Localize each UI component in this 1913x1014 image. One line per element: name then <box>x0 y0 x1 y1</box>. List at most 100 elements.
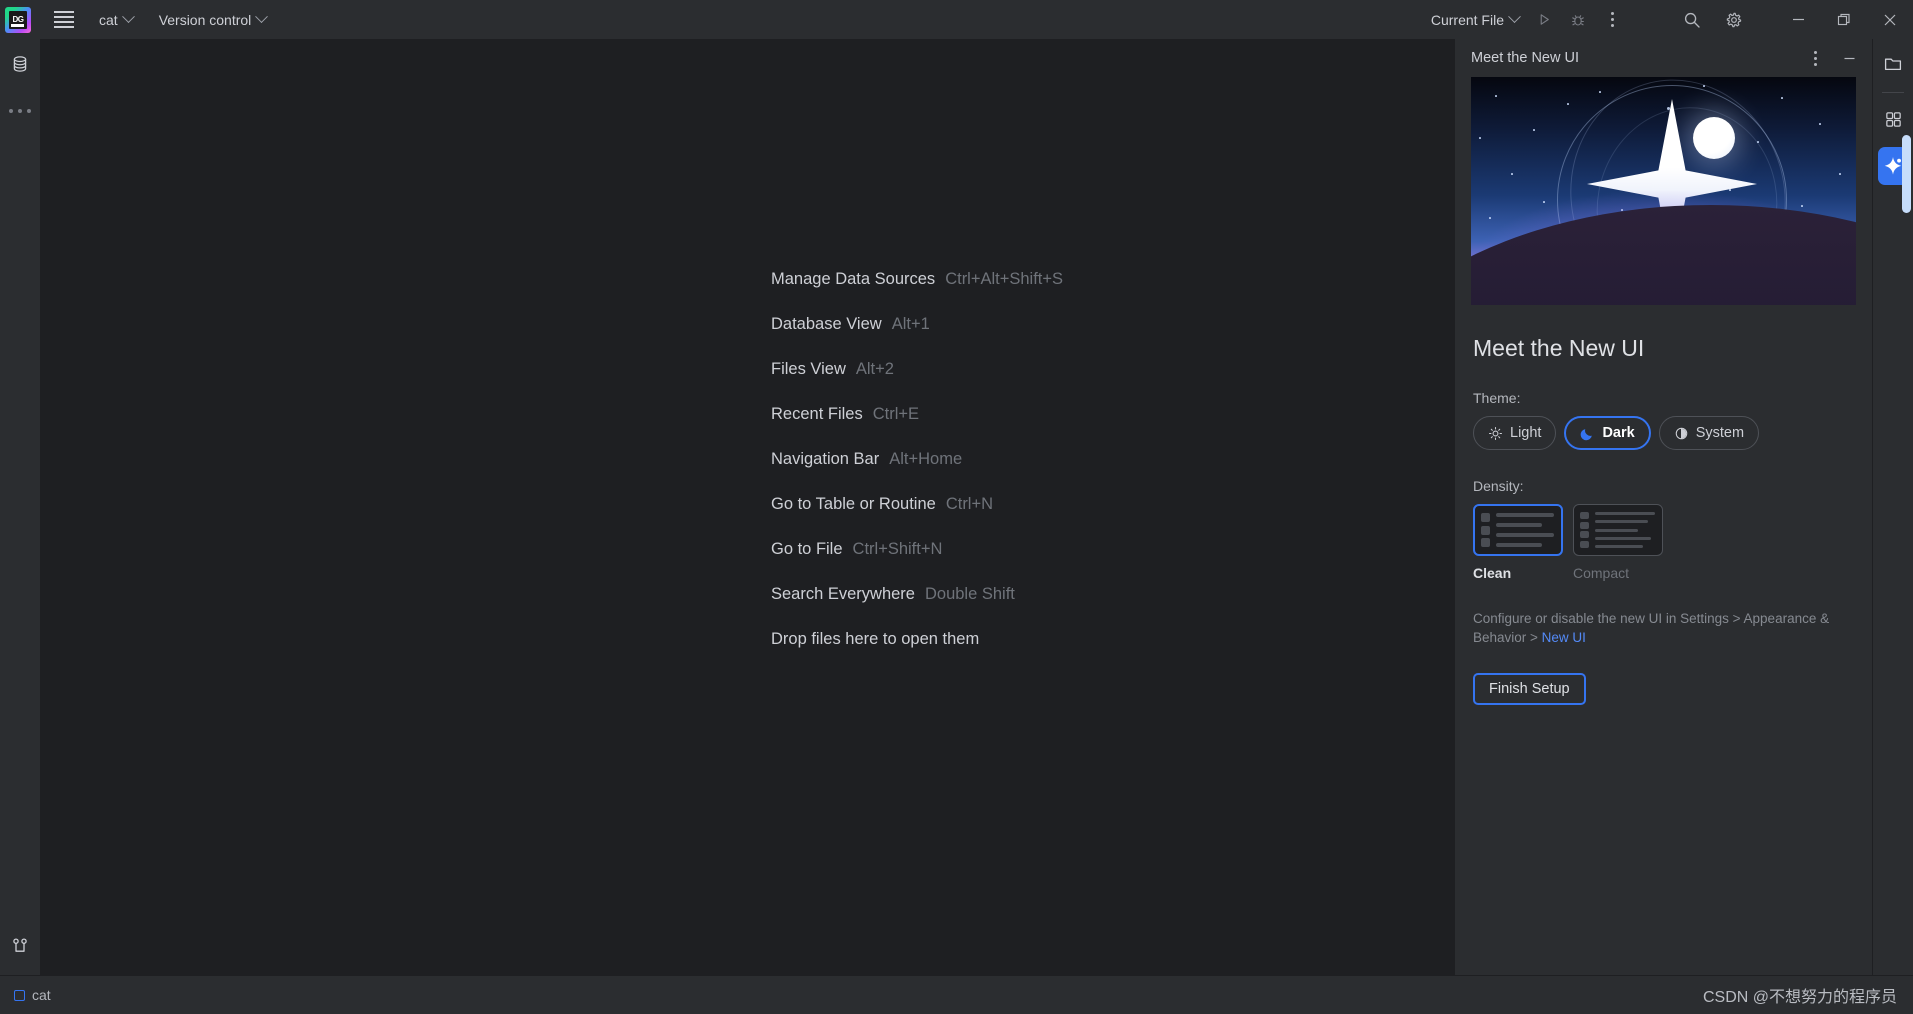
banner-moon-icon <box>1693 117 1735 159</box>
shortcut-label: Go to Table or Routine <box>771 495 936 513</box>
version-control-widget[interactable]: Version control <box>151 7 275 33</box>
gear-icon <box>1726 12 1742 27</box>
shortcut-row[interactable]: Database View Alt+1 <box>771 302 1063 347</box>
sparkle-icon <box>1884 157 1902 175</box>
search-everywhere-button[interactable] <box>1675 5 1709 35</box>
shortcut-key: Ctrl+Alt+Shift+S <box>945 270 1064 288</box>
shortcut-row[interactable]: Manage Data Sources Ctrl+Alt+Shift+S <box>771 257 1063 302</box>
run-configuration-selector[interactable]: Current File <box>1423 7 1527 33</box>
shortcut-key: Ctrl+N <box>945 495 994 513</box>
shortcut-key: Ctrl+E <box>872 405 920 423</box>
main-toolbar: DG cat Version control Current File <box>0 0 1913 39</box>
theme-option-label: Light <box>1510 425 1542 441</box>
shortcut-row[interactable]: Navigation Bar Alt+Home <box>771 437 1063 482</box>
tool-window-hide-button[interactable] <box>1832 43 1866 73</box>
shortcut-label: Database View <box>771 315 882 333</box>
theme-option-system[interactable]: System <box>1658 416 1760 450</box>
shortcut-label: Manage Data Sources <box>771 270 936 288</box>
app-logo-icon: DG <box>5 6 31 33</box>
density-option-compact[interactable] <box>1573 504 1663 556</box>
right-tool-stripe <box>1872 39 1913 975</box>
maximize-icon <box>1837 13 1850 25</box>
density-option-clean[interactable] <box>1473 504 1563 556</box>
density-section-label: Density: <box>1473 478 1524 494</box>
shortcut-row[interactable]: Files View Alt+2 <box>771 347 1063 392</box>
status-bar-project-label: cat <box>32 987 51 1003</box>
minimize-window-button[interactable] <box>1775 0 1821 39</box>
shortcut-key: Alt+1 <box>891 315 930 333</box>
theme-section-label: Theme: <box>1473 390 1521 406</box>
drop-files-hint: Drop files here to open them <box>771 617 1063 662</box>
editor-empty-area: Manage Data Sources Ctrl+Alt+Shift+S Dat… <box>41 39 1454 975</box>
project-files-tool-window-button[interactable] <box>1876 47 1910 81</box>
help-text-body: Configure or disable the new UI in Setti… <box>1473 611 1830 645</box>
debug-button[interactable] <box>1561 5 1595 35</box>
theme-option-dark[interactable]: Dark <box>1564 416 1651 450</box>
watermark-label: CSDN @不想努力的程序员 <box>1702 989 1897 1006</box>
project-widget[interactable]: cat <box>91 7 141 33</box>
ai-panel-scrollbar[interactable] <box>1902 135 1911 213</box>
settings-button[interactable] <box>1717 5 1751 35</box>
density-label-compact: Compact <box>1573 565 1630 581</box>
theme-option-light[interactable]: Light <box>1473 416 1557 450</box>
new-ui-banner-image <box>1471 77 1856 305</box>
chevron-down-icon <box>1508 10 1521 24</box>
shortcut-label: Search Everywhere <box>771 585 915 603</box>
minimize-icon <box>1792 18 1804 21</box>
density-preview-rows <box>1496 513 1554 547</box>
shortcut-key: Ctrl+Shift+N <box>852 540 943 558</box>
contrast-icon <box>1675 427 1687 439</box>
shortcut-row[interactable]: Go to File Ctrl+Shift+N <box>771 527 1063 572</box>
density-label-clean: Clean <box>1473 565 1512 581</box>
shortcut-label: Recent Files <box>771 405 863 423</box>
status-bar-project-widget[interactable]: cat <box>14 987 51 1003</box>
more-vertical-icon <box>1610 12 1614 27</box>
database-icon <box>13 56 27 72</box>
project-name-label: cat <box>99 11 118 28</box>
theme-option-label: System <box>1695 425 1745 441</box>
more-horizontal-icon <box>9 109 31 113</box>
finish-setup-button[interactable]: Finish Setup <box>1473 673 1586 705</box>
more-tool-windows-button[interactable] <box>3 94 37 128</box>
more-actions-button[interactable] <box>1595 5 1629 35</box>
grid-icon <box>1885 111 1901 127</box>
left-tool-stripe <box>0 39 41 975</box>
close-icon <box>1884 14 1896 25</box>
git-branch-icon <box>13 938 27 952</box>
stripe-divider <box>1882 92 1904 93</box>
shortcut-row[interactable]: Recent Files Ctrl+E <box>771 392 1063 437</box>
shortcut-key: Alt+Home <box>889 450 963 468</box>
minimize-icon <box>1844 57 1854 59</box>
maximize-window-button[interactable] <box>1821 0 1867 39</box>
shortcut-label: Go to File <box>771 540 843 558</box>
tool-window-options-button[interactable] <box>1798 43 1832 73</box>
close-window-button[interactable] <box>1867 0 1913 39</box>
plugins-tool-window-button[interactable] <box>1876 102 1910 136</box>
new-ui-help-text: Configure or disable the new UI in Setti… <box>1473 609 1833 647</box>
debug-icon <box>1572 14 1584 26</box>
density-options-group <box>1473 504 1854 556</box>
shortcut-row[interactable]: Search Everywhere Double Shift <box>771 572 1063 617</box>
theme-options-group: Light Dark System <box>1473 416 1854 450</box>
main-menu-button[interactable] <box>47 3 81 37</box>
tool-window-header: Meet the New UI <box>1455 39 1872 77</box>
theme-option-label: Dark <box>1602 425 1635 441</box>
version-control-tool-window-button[interactable] <box>3 929 37 963</box>
density-preview-sidebar <box>1481 513 1490 547</box>
drop-files-label: Drop files here to open them <box>771 630 980 648</box>
density-preview-rows <box>1595 512 1655 548</box>
density-option-labels: Clean Compact <box>1473 565 1854 581</box>
more-vertical-icon <box>1813 50 1817 66</box>
folder-icon <box>1884 58 1902 71</box>
status-bar: cat CSDN @不想努力的程序员 <box>0 975 1913 1014</box>
new-ui-settings-link[interactable]: New UI <box>1542 630 1586 645</box>
toolbar-right-group: Current File <box>1413 0 1913 39</box>
shortcut-row[interactable]: Go to Table or Routine Ctrl+N <box>771 482 1063 527</box>
database-tool-window-button[interactable] <box>3 47 37 81</box>
run-icon <box>1540 14 1549 25</box>
run-button[interactable] <box>1527 5 1561 35</box>
shortcuts-hint-list: Manage Data Sources Ctrl+Alt+Shift+S Dat… <box>771 257 1063 662</box>
search-icon <box>1684 12 1700 28</box>
meet-new-ui-tool-window: Meet the New UI Meet the New UI Theme: L… <box>1454 39 1872 975</box>
run-config-label: Current File <box>1430 11 1504 28</box>
